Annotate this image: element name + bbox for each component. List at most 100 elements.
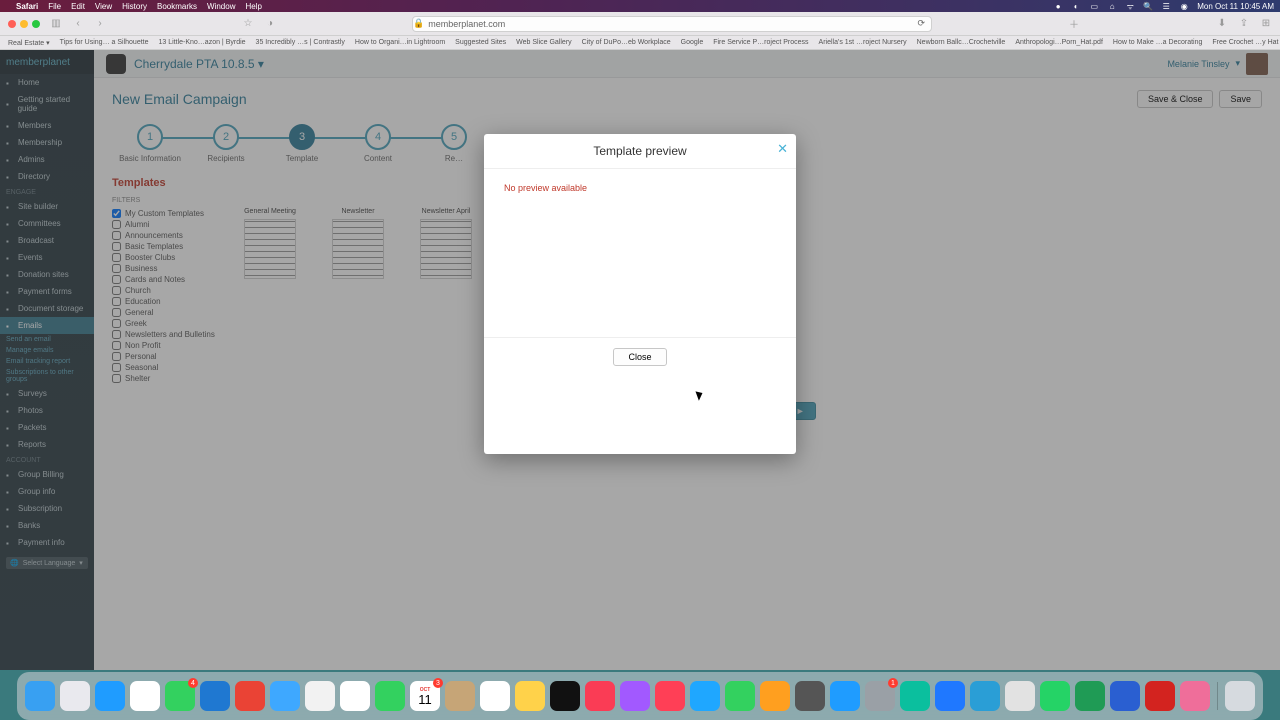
menu-edit[interactable]: Edit (71, 2, 85, 11)
modal-body: No preview available (484, 169, 796, 337)
dock-app-appletv[interactable] (550, 681, 580, 711)
status-home-icon[interactable]: ⌂ (1107, 1, 1117, 11)
template-preview-modal: Template preview ✕ No preview available … (484, 134, 796, 454)
dock-app-reminders[interactable] (480, 681, 510, 711)
dock-app-printer[interactable] (1005, 681, 1035, 711)
dock-app-outlook[interactable] (200, 681, 230, 711)
favorite-link[interactable]: Suggested Sites (453, 39, 508, 46)
dock-app-messages[interactable]: 4 (165, 681, 195, 711)
favorite-link[interactable]: City of DuPo…eb Workplace (580, 39, 673, 46)
dock-app-pages[interactable] (760, 681, 790, 711)
modal-message: No preview available (504, 183, 587, 193)
dock-app-settings[interactable]: 1 (865, 681, 895, 711)
url-bar[interactable]: 🔒 memberplanet.com ⟳ (412, 16, 932, 32)
privacy-icon[interactable]: ◑ (264, 18, 276, 30)
dock-app-word[interactable] (1110, 681, 1140, 711)
back-button[interactable]: ‹ (72, 18, 84, 30)
dock-app-misc[interactable] (1180, 681, 1210, 711)
dock-app-contacts[interactable] (445, 681, 475, 711)
status-display-icon[interactable]: ▭ (1089, 1, 1099, 11)
status-record-icon[interactable]: ● (1053, 1, 1063, 11)
menu-history[interactable]: History (122, 2, 147, 11)
favorite-link[interactable]: Newborn Ballc…Crochetville (915, 39, 1008, 46)
close-window-icon[interactable] (8, 20, 16, 28)
modal-title: Template preview ✕ (484, 134, 796, 169)
favorite-link[interactable]: Tips for Using… a Silhouette (58, 39, 151, 46)
favorite-link[interactable]: Anthropologi…Porn_Hat.pdf (1013, 39, 1105, 46)
favorite-link[interactable]: Real Estate ▾ (6, 39, 52, 47)
new-tab-button[interactable]: ＋ (1068, 18, 1080, 30)
dock-app-facetime[interactable] (375, 681, 405, 711)
window-controls[interactable] (8, 20, 40, 28)
favorite-link[interactable]: 13 Little-Kno…azon | Byrdie (157, 39, 248, 46)
dock-app-gmail[interactable] (235, 681, 265, 711)
dock-app-maps[interactable] (305, 681, 335, 711)
dock-app-photos[interactable] (340, 681, 370, 711)
menu-window[interactable]: Window (207, 2, 235, 11)
minimize-window-icon[interactable] (20, 20, 28, 28)
status-search-icon[interactable]: 🔍 (1143, 1, 1153, 11)
status-sync-icon[interactable]: ◐ (1071, 1, 1081, 11)
bookmark-icon[interactable]: ☆ (242, 18, 254, 30)
modal-overlay[interactable]: Template preview ✕ No preview available … (0, 50, 1280, 670)
menu-view[interactable]: View (95, 2, 112, 11)
favorite-link[interactable]: 35 Incredibly …s | Contrastly (254, 39, 347, 46)
favorite-link[interactable]: Web Slice Gallery (514, 39, 574, 46)
dock-app-notes[interactable] (515, 681, 545, 711)
close-button[interactable]: Close (613, 348, 666, 366)
dock-app-news[interactable] (655, 681, 685, 711)
dock-app-webex[interactable] (900, 681, 930, 711)
lock-icon: 🔒 (413, 18, 424, 29)
favorite-link[interactable]: How to Organi…in Lightroom (353, 39, 447, 46)
sidebar-toggle-icon[interactable]: ▥ (50, 18, 62, 30)
browser-toolbar: ▥ ‹ › ☆ ◑ 🔒 memberplanet.com ⟳ ＋ ⬇ ⇪ ⊞ (0, 12, 1280, 36)
tabs-icon[interactable]: ⊞ (1260, 18, 1272, 30)
reload-icon[interactable]: ⟳ (917, 18, 925, 29)
dock-app-numbers[interactable] (725, 681, 755, 711)
status-siri-icon[interactable]: ◉ (1179, 1, 1189, 11)
dock-app-safari[interactable] (95, 681, 125, 711)
dock-app-calendar[interactable]: OCT113 (410, 681, 440, 711)
dock-app-acrobat[interactable] (1145, 681, 1175, 711)
favorite-link[interactable]: How to Make …a Decorating (1111, 39, 1204, 46)
menubar-app[interactable]: Safari (16, 2, 38, 11)
dock-app-excel[interactable] (1075, 681, 1105, 711)
menu-bookmarks[interactable]: Bookmarks (157, 2, 197, 11)
dock-app-keynote[interactable] (690, 681, 720, 711)
status-wifi-icon[interactable]: ᯤ (1125, 1, 1135, 11)
dock-app-zoom[interactable] (935, 681, 965, 711)
maximize-window-icon[interactable] (32, 20, 40, 28)
forward-button[interactable]: › (94, 18, 106, 30)
status-control-center-icon[interactable]: ☰ (1161, 1, 1171, 11)
menu-help[interactable]: Help (245, 2, 261, 11)
dock-app-whatsapp[interactable] (1040, 681, 1070, 711)
favorite-link[interactable]: Ariella's 1st …roject Nursery (817, 39, 909, 46)
dock-app-podcasts[interactable] (620, 681, 650, 711)
dock-app-calculator[interactable] (795, 681, 825, 711)
dock: 4 OCT113 1 (0, 672, 1280, 720)
favorites-bar: Real Estate ▾ Tips for Using… a Silhouett… (0, 36, 1280, 50)
dock-app-finder[interactable] (25, 681, 55, 711)
app-frame: memberplanet ▪Home▪Getting started guide… (0, 50, 1280, 670)
dock-app-music[interactable] (585, 681, 615, 711)
menubar-clock[interactable]: Mon Oct 11 10:45 AM (1197, 2, 1274, 11)
badge: 4 (188, 678, 198, 688)
dock-separator (1217, 682, 1218, 710)
macos-menubar: Safari File Edit View History Bookmarks … (0, 0, 1280, 12)
favorite-link[interactable]: Free Crochet …y Hat Pattern (1210, 39, 1280, 46)
dock-app-mail[interactable] (270, 681, 300, 711)
modal-footer: Close (484, 337, 796, 376)
close-icon[interactable]: ✕ (777, 142, 788, 155)
downloads-icon[interactable]: ⬇ (1216, 18, 1228, 30)
dock-app-appstore[interactable] (830, 681, 860, 711)
menu-file[interactable]: File (48, 2, 61, 11)
favorite-link[interactable]: Fire Service P…roject Process (711, 39, 810, 46)
share-icon[interactable]: ⇪ (1238, 18, 1250, 30)
dock-app-launchpad[interactable] (60, 681, 90, 711)
dock-trash[interactable] (1225, 681, 1255, 711)
dock-app-globe[interactable] (970, 681, 1000, 711)
dock-app-chrome[interactable] (130, 681, 160, 711)
modal-spacer (484, 376, 796, 454)
dock-inner: 4 OCT113 1 (17, 672, 1263, 720)
favorite-link[interactable]: Google (679, 39, 706, 46)
